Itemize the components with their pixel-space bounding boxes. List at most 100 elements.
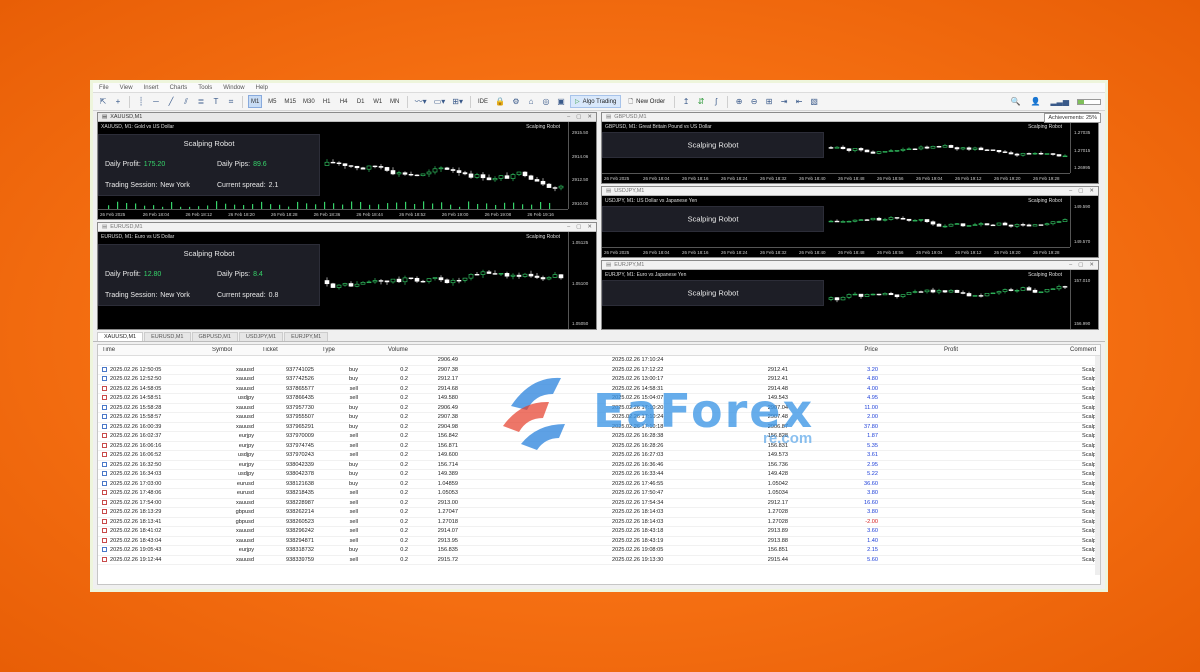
cursor-icon[interactable]: ⇱ (97, 95, 109, 108)
column-header[interactable]: Type (318, 347, 362, 353)
table-row[interactable]: 2025.02.26 19:12:44 xauusd 938339759 sell 0.… (98, 556, 1100, 565)
table-row[interactable]: 2025.02.26 12:50:05 xauusd 937741025 buy 0.2… (98, 366, 1100, 375)
autoscroll-icon[interactable]: ⇥ (778, 95, 790, 108)
close-icon[interactable]: ✕ (1089, 188, 1094, 194)
chart-canvas[interactable]: GBPUSD, M1: Great Britain Pound vs US Do… (602, 122, 1098, 183)
chart-window-xauusd[interactable]: ▤ XAUUSD,M1 – ▢ ✕ XAUUSD, M1: Gold vs US Doll… (97, 112, 597, 220)
column-header[interactable]: Symbol (208, 347, 258, 353)
menu-help[interactable]: Help (256, 85, 268, 91)
color-scheme-icon[interactable]: ▭▾ (432, 95, 448, 108)
ide-button[interactable]: IDE (476, 95, 490, 108)
chart-canvas[interactable]: USDJPY, M1: US Dollar vs Japanese Yen Sca… (602, 196, 1098, 257)
lock-icon[interactable]: 🔒 (493, 95, 507, 108)
table-row[interactable]: 2025.02.26 18:13:29 gbpusd 938262214 sell 0.… (98, 508, 1100, 518)
timeframe-m5[interactable]: M5 (265, 95, 279, 108)
vps-icon[interactable]: ▣ (555, 95, 567, 108)
timeframe-m1[interactable]: M1 (248, 95, 263, 108)
zoom-in-icon[interactable]: ⊕ (733, 95, 745, 108)
timeframe-h1[interactable]: H1 (320, 95, 334, 108)
new-order-button[interactable]: 🗋 New Order (624, 95, 669, 108)
close-icon[interactable]: ✕ (587, 224, 592, 230)
table-row[interactable]: 2025.02.26 15:58:28 xauusd 937957730 buy 0.2… (98, 404, 1100, 413)
minimize-icon[interactable]: – (1069, 262, 1072, 268)
column-header[interactable]: Price (792, 347, 882, 353)
timeframe-mn[interactable]: MN (388, 95, 402, 108)
price-axis[interactable]: 149.590 149.570 (1070, 196, 1098, 247)
horizontal-line-icon[interactable]: ─ (150, 95, 162, 108)
menu-view[interactable]: View (120, 85, 133, 91)
menu-file[interactable]: File (99, 85, 109, 91)
chart-canvas[interactable]: XAUUSD, M1: Gold vs US Dollar Scalping Ro… (98, 122, 596, 219)
expert-icon[interactable]: ⚙ (510, 95, 522, 108)
chart-tab-usdjpy[interactable]: USDJPY,M1 (238, 332, 284, 341)
channel-icon[interactable]: ⫽ (180, 95, 192, 108)
text-icon[interactable]: T (210, 95, 222, 108)
chart-window-eurjpy[interactable]: ▤ EURJPY,M1 – ▢ ✕ EURJPY, M1: Euro vs Japanes… (601, 260, 1099, 330)
chart-tab-gbpusd[interactable]: GBPUSD,M1 (191, 332, 238, 341)
close-icon[interactable]: ✕ (1089, 262, 1094, 268)
table-row[interactable]: 2025.02.26 17:03:00 eurusd 938121638 buy 0.2… (98, 480, 1100, 489)
zoom-out-icon[interactable]: ⊖ (748, 95, 760, 108)
chart-window-title-bar[interactable]: ▤ EURUSD,M1 – ▢ ✕ (98, 223, 596, 232)
crosshair-icon[interactable]: + (112, 95, 124, 108)
chart-canvas[interactable]: EURUSD, M1: Euro vs US Dollar Scalping Ro… (98, 232, 596, 329)
fibonacci-icon[interactable]: ≣ (195, 95, 207, 108)
column-header[interactable]: Profit (882, 347, 962, 353)
maximize-icon[interactable]: ▢ (1078, 262, 1083, 268)
timeframe-h4[interactable]: H4 (337, 95, 351, 108)
table-row[interactable]: 2025.02.26 18:41:02 xauusd 938296242 sell 0.… (98, 527, 1100, 537)
chart-window-title-bar[interactable]: ▤ XAUUSD,M1 – ▢ ✕ (98, 113, 596, 122)
chart-window-title-bar[interactable]: ▤ USDJPY,M1 – ▢ ✕ (602, 187, 1098, 196)
chart-window-title-bar[interactable]: ▤ EURJPY,M1 – ▢ ✕ (602, 261, 1098, 270)
trendline-icon[interactable]: ╱ (165, 95, 177, 108)
table-row[interactable]: 2025.02.26 18:43:04 xauusd 938294871 sell 0.… (98, 537, 1100, 546)
price-axis[interactable]: 157.010 156.990 (1070, 270, 1098, 329)
close-icon[interactable]: ✕ (587, 114, 592, 120)
table-row[interactable]: 2025.02.26 17:48:06 eurusd 938218435 sell 0.… (98, 489, 1100, 499)
column-header[interactable]: Time (98, 347, 208, 353)
menu-window[interactable]: Window (223, 85, 244, 91)
table-row[interactable]: 2025.02.26 16:34:03 usdjpy 938042378 buy 0.2… (98, 470, 1100, 480)
table-row[interactable]: 2025.02.26 16:00:39 xauusd 937965291 buy 0.2… (98, 423, 1100, 432)
depth-icon[interactable]: ↥ (680, 95, 692, 108)
table-row[interactable]: 2025.02.26 14:58:05 xauusd 937865577 sell 0.… (98, 385, 1100, 394)
account-icon[interactable]: 👤 (1029, 95, 1043, 108)
tile-windows-icon[interactable]: ⊞ (763, 95, 775, 108)
minimize-icon[interactable]: – (567, 224, 570, 230)
chart-window-title-bar[interactable]: ▤GBPUSD,M1–▢✕ (602, 113, 1098, 122)
timeframe-m30[interactable]: M30 (301, 95, 317, 108)
table-row[interactable]: 2025.02.26 18:13:41 gbpusd 938260523 sell 0.… (98, 518, 1100, 527)
screenshot-icon[interactable]: ▧ (808, 95, 820, 108)
time-axis[interactable]: 26 Feb 2025 26 Feb 18:04 26 Feb 18:12 26 Fe… (98, 209, 568, 219)
maximize-icon[interactable]: ▢ (576, 224, 581, 230)
table-row[interactable]: 2025.02.26 17:54:00 xauusd 938228987 sell 0.… (98, 499, 1100, 508)
chart-shift-icon[interactable]: ⇤ (793, 95, 805, 108)
table-row[interactable]: 2025.02.26 14:58:51 usdjpy 937866435 sell 0.… (98, 394, 1100, 404)
minimize-icon[interactable]: – (1069, 188, 1072, 194)
table-row[interactable]: 2025.02.26 16:06:16 eurjpy 937974745 sell 0.… (98, 442, 1100, 451)
table-row[interactable]: 2025.02.26 16:02:37 eurjpy 937970009 sell 0.… (98, 432, 1100, 442)
menu-insert[interactable]: Insert (144, 85, 159, 91)
table-row[interactable]: 2025.02.26 12:52:50 xauusd 937742526 buy 0.2… (98, 375, 1100, 385)
price-axis[interactable]: 2915.50 2914.06 2912.50 2910.00 (568, 122, 596, 209)
table-row[interactable]: 2025.02.26 16:32:50 eurjpy 938042339 buy 0.2… (98, 461, 1100, 470)
chart-window-gbpusd[interactable]: ▤GBPUSD,M1–▢✕ GBPUSD, M1: Great Britain P… (601, 112, 1099, 184)
chart-type-icon[interactable]: 〰▾ (413, 95, 429, 108)
table-row[interactable]: 2906.49 2025.02.26 17:10:24 (98, 356, 1100, 366)
timeframe-m15[interactable]: M15 (282, 95, 298, 108)
search-icon[interactable]: 🔍 (1009, 95, 1023, 108)
table-row[interactable]: 2025.02.26 19:05:43 eurjpy 938318732 buy 0.2… (98, 546, 1100, 556)
menu-charts[interactable]: Charts (170, 85, 188, 91)
chart-window-usdjpy[interactable]: ▤ USDJPY,M1 – ▢ ✕ USDJPY, M1: US Dollar vs Ja… (601, 186, 1099, 258)
maximize-icon[interactable]: ▢ (576, 114, 581, 120)
column-header[interactable]: Comment (962, 347, 1100, 353)
price-axis[interactable]: 1.05125 1.05100 1.05050 (568, 232, 596, 329)
vertical-line-icon[interactable]: ┊ (135, 95, 147, 108)
minimize-icon[interactable]: – (567, 114, 570, 120)
template-icon[interactable]: ⊞▾ (450, 95, 465, 108)
indicators-icon[interactable]: ʃ (710, 95, 722, 108)
chart-tab-eurjpy[interactable]: EURJPY,M1 (284, 332, 329, 341)
chart-window-eurusd[interactable]: ▤ EURUSD,M1 – ▢ ✕ EURUSD, M1: Euro vs US Doll… (97, 222, 597, 330)
algo-trading-button[interactable]: ▷ Algo Trading (569, 95, 622, 108)
timeframe-w1[interactable]: W1 (371, 95, 385, 108)
